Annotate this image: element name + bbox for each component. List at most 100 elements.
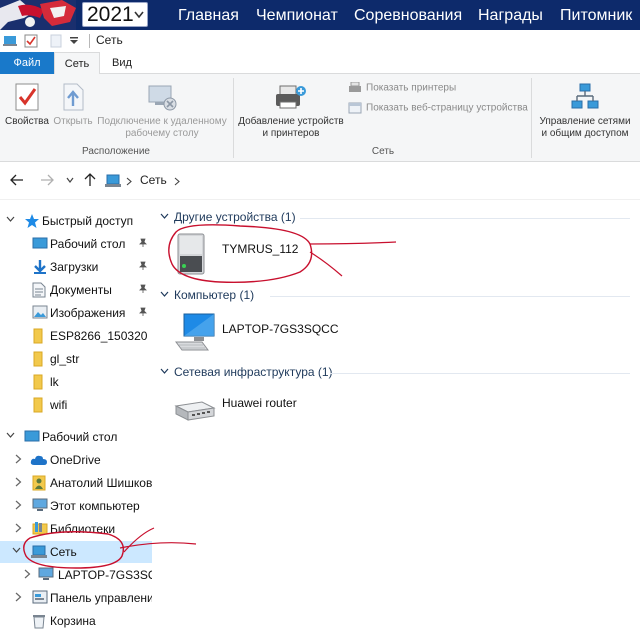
network-icon — [105, 174, 121, 187]
nav-link-championship[interactable]: Чемпионат — [256, 7, 338, 25]
nav-item-laptop[interactable]: LAPTOP-7GS3SQCC — [0, 564, 152, 586]
nav-item-folder[interactable]: ESP8266_150320 — [0, 325, 152, 347]
nav-desktop[interactable]: Рабочий стол — [0, 426, 152, 448]
nav-item-this-pc[interactable]: Этот компьютер — [0, 495, 152, 517]
nav-link-awards[interactable]: Награды — [478, 7, 543, 25]
chevron-right-icon[interactable] — [15, 500, 22, 510]
group-divider — [330, 373, 630, 374]
up-arrow-icon[interactable] — [84, 173, 96, 187]
window-title: Сеть — [96, 33, 123, 47]
user-folder-icon — [32, 475, 46, 491]
group-header-label: Другие устройства (1) — [174, 210, 296, 224]
year-value: 2021 — [87, 3, 134, 26]
title-separator — [89, 34, 90, 48]
nav-link-competitions[interactable]: Соревнования — [354, 7, 462, 25]
chevron-right-icon[interactable] — [174, 177, 180, 186]
device-item[interactable]: TYMRUS_112 — [172, 232, 312, 292]
manage-sharing-button[interactable]: Управление сетями и общим доступом — [534, 82, 636, 140]
pin-icon[interactable] — [138, 307, 148, 317]
tab-network[interactable]: Сеть — [54, 52, 100, 75]
nav-item-user[interactable]: Анатолий Шишков — [0, 472, 152, 494]
chevron-right-icon[interactable] — [126, 177, 132, 186]
group-divider — [300, 218, 630, 219]
router-icon — [174, 401, 216, 421]
group-header-other-devices[interactable]: Другие устройства (1) — [160, 209, 630, 227]
chevron-down-icon[interactable] — [160, 368, 169, 375]
nav-link-home[interactable]: Главная — [178, 7, 239, 25]
nav-item-folder[interactable]: lk — [0, 371, 152, 393]
nav-item-folder[interactable]: wifi — [0, 394, 152, 416]
group-header-network-infrastructure[interactable]: Сетевая инфраструктура (1) — [160, 364, 630, 382]
nav-item-label: Анатолий Шишков — [50, 476, 152, 490]
device-item[interactable]: Huawei router — [172, 392, 372, 452]
chevron-right-icon[interactable] — [15, 523, 22, 533]
chevron-right-icon[interactable] — [24, 569, 31, 579]
printer-icon — [349, 81, 361, 92]
tab-view[interactable]: Вид — [102, 52, 142, 74]
ribbon-tabs: Файл Сеть Вид — [0, 52, 640, 75]
control-panel-icon — [32, 590, 48, 604]
download-icon — [34, 260, 46, 274]
nav-item-pictures[interactable]: Изображения — [0, 302, 152, 324]
open-button[interactable]: Открыть — [52, 82, 94, 128]
show-web-page-button[interactable]: Показать веб-страницу устройства — [348, 102, 528, 114]
nav-item-onedrive[interactable]: OneDrive — [0, 449, 152, 471]
remote-desktop-button[interactable]: Подключение к удаленному рабочему столу — [94, 82, 230, 140]
nav-item-desktop-pinned[interactable]: Рабочий стол — [0, 233, 152, 255]
nav-item-label: lk — [50, 375, 59, 389]
chevron-down-icon[interactable] — [160, 291, 169, 298]
nav-item-downloads[interactable]: Загрузки — [0, 256, 152, 278]
address-bar: Сеть — [0, 162, 640, 200]
properties-label: Свойства — [5, 116, 49, 127]
nav-item-network[interactable]: Сеть — [0, 541, 152, 563]
chevron-right-icon[interactable] — [15, 592, 22, 602]
chevron-down-icon[interactable] — [6, 216, 15, 223]
chevron-down-icon[interactable] — [6, 432, 15, 439]
year-select[interactable]: 2021 — [82, 2, 148, 27]
nav-item-label: Сеть — [50, 545, 77, 559]
nav-quick-access[interactable]: Быстрый доступ — [0, 210, 152, 232]
nav-item-control-panel[interactable]: Панель управления — [0, 587, 152, 609]
open-icon — [63, 83, 84, 111]
pictures-icon — [32, 305, 48, 319]
device-item[interactable]: LAPTOP-7GS3SQCC — [174, 312, 374, 372]
nav-item-documents[interactable]: Документы — [0, 279, 152, 301]
nav-item-recycle-bin[interactable]: Корзина — [0, 610, 152, 632]
folder-icon — [33, 374, 43, 390]
show-printers-button[interactable]: Показать принтеры — [348, 81, 456, 94]
nav-link-kennel[interactable]: Питомник — [560, 7, 632, 25]
group-label-network: Сеть — [371, 146, 395, 157]
recent-locations-chevron-icon[interactable] — [66, 177, 74, 183]
pin-icon[interactable] — [138, 238, 148, 248]
customize-qat-icon[interactable] — [70, 37, 78, 45]
forward-arrow-icon[interactable] — [40, 174, 54, 186]
chevron-down-icon[interactable] — [12, 547, 21, 554]
nav-item-folder[interactable]: gl_str — [0, 348, 152, 370]
content-pane: Другие устройства (1) TYMRUS_112 Компьют… — [152, 200, 640, 638]
group-header-computer[interactable]: Компьютер (1) — [160, 287, 630, 305]
desktop-icon — [24, 430, 40, 442]
explorer-title-bar: Сеть — [0, 30, 640, 52]
ribbon: Свойства Открыть Подключение к удаленном… — [0, 74, 640, 162]
nav-item-label: Библиотеки — [50, 522, 116, 536]
nav-quick-access-label: Быстрый доступ — [42, 214, 134, 228]
properties-icon[interactable] — [24, 34, 38, 48]
address-path[interactable]: Сеть — [102, 170, 640, 192]
site-logo[interactable] — [0, 0, 76, 30]
chevron-right-icon[interactable] — [15, 477, 22, 487]
network-icon — [3, 36, 17, 46]
chevron-right-icon[interactable] — [15, 454, 22, 464]
nav-item-label: Корзина — [50, 614, 96, 628]
manage-sharing-label-2: и общим доступом — [541, 128, 629, 139]
new-folder-icon[interactable] — [50, 34, 62, 48]
ribbon-separator — [233, 78, 234, 158]
nav-item-libraries[interactable]: Библиотеки — [0, 518, 152, 540]
chevron-down-icon[interactable] — [160, 213, 169, 220]
nav-item-label: Загрузки — [50, 260, 99, 274]
pin-icon[interactable] — [138, 284, 148, 294]
tab-file[interactable]: Файл — [0, 52, 54, 74]
pin-icon[interactable] — [138, 261, 148, 271]
add-devices-button[interactable]: Добавление устройств и принтеров — [236, 82, 346, 140]
properties-button[interactable]: Свойства — [4, 82, 50, 128]
back-arrow-icon[interactable] — [10, 174, 24, 186]
